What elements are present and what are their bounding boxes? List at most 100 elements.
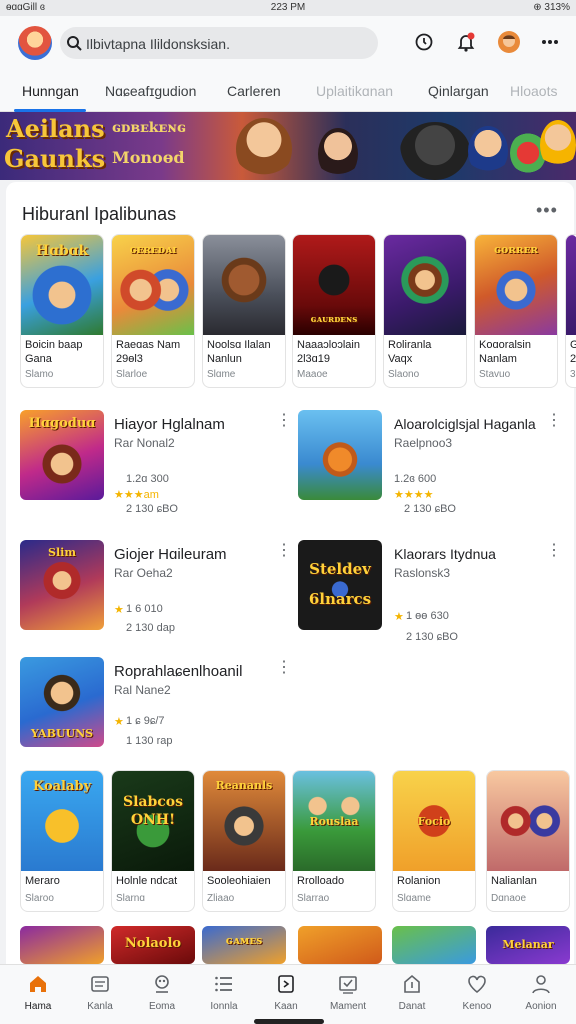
home-icon	[30, 976, 46, 992]
avatar[interactable]	[497, 30, 521, 54]
banner-headline-1: Aeilans	[6, 114, 105, 143]
game-meta: Slarrao	[297, 893, 330, 904]
game-thumbnail: Hɑbɑk	[21, 235, 103, 335]
rating-count: 1 ɕ 9ɕ/7	[126, 715, 165, 727]
notification-bell-icon[interactable]	[454, 30, 478, 54]
game-art-title: YABUUNS	[30, 727, 94, 740]
game-thumbnail: ɢᴏʀʀᴇʀ	[475, 235, 557, 335]
game-art-title: Melanar	[502, 938, 554, 951]
overflow-menu-icon[interactable]: ⋮	[276, 410, 292, 430]
overflow-menu-icon[interactable]: ⋮	[276, 657, 292, 677]
status-time: 223 PM	[270, 2, 306, 13]
game-subtitle: Nanlam	[479, 353, 517, 365]
search-bar[interactable]: Ilbivtapna Ilildonsksian.	[60, 27, 378, 59]
game-tile[interactable]: ɢᴇʀᴇᴅᴀɪ Raeɑas Nam 29ɵl3 Slarloe	[111, 234, 195, 388]
game-tile[interactable]: Koalaby Meraro Slaroo	[20, 770, 104, 912]
game-thumbnail	[384, 235, 466, 335]
more-options-icon[interactable]	[538, 30, 562, 54]
app-logo[interactable]	[18, 26, 52, 60]
section-more-icon[interactable]: •••	[536, 200, 558, 221]
nav-books[interactable]: Kaan	[258, 973, 314, 1012]
nav-home[interactable]: Hama	[10, 973, 66, 1012]
nav-favorites[interactable]: Kenoo	[449, 973, 505, 1012]
game-tile[interactable]: G 2 3	[565, 234, 576, 388]
nav-games[interactable]: Eoma	[134, 973, 190, 1012]
tab-offline[interactable]: Qinlargan	[428, 83, 489, 99]
nav-label: Kanla	[87, 1001, 113, 1012]
game-tile[interactable]: Reananls Sooleohiaien Zliaao	[202, 770, 286, 912]
nav-saved[interactable]: Danat	[384, 973, 440, 1012]
game-title: Hiayor Hglalnam	[114, 416, 225, 433]
star-rating: ★★★am	[114, 489, 159, 501]
game-tile[interactable]: Focio Rolanion Slɑame	[392, 770, 476, 912]
game-art-title: Slim	[48, 546, 76, 559]
account-icon	[532, 975, 550, 994]
game-title: Rolanion	[397, 875, 441, 887]
game-subtitle: Nanlun	[207, 353, 242, 365]
rating-count: 1 6 010	[126, 603, 163, 615]
tab-categories[interactable]: Nɑɕeafɪgudion	[105, 83, 196, 99]
game-meta: 3	[570, 369, 576, 380]
game-title: Raeɑas Nam	[116, 339, 181, 351]
game-art-title: Rouslaa	[309, 815, 359, 828]
developer-name: Ral Nane2	[114, 683, 171, 697]
rating-count: 1.2ɑ 300	[126, 473, 169, 485]
clock-icon[interactable]	[412, 30, 436, 54]
game-tile[interactable]: Rouslaa Rrolloado Slarrao	[292, 770, 376, 912]
overflow-menu-icon[interactable]: ⋮	[276, 540, 292, 560]
nav-lists[interactable]: Ionnla	[196, 973, 252, 1012]
developer-name: Raelpnoo3	[394, 436, 453, 450]
game-thumbnail[interactable]: Melanar	[486, 926, 570, 964]
promo-banner[interactable]: Aeilans Gaunks ɢᴅʙᴇkᴇɴɢ Monoɵd	[0, 112, 576, 180]
game-tile[interactable]: Nalianlan Dɑnaoe	[486, 770, 570, 912]
nav-label: Hama	[24, 1001, 52, 1012]
rating-count: 1.2ɞ 600	[394, 473, 437, 485]
game-title: Sooleohiaien	[207, 875, 271, 887]
banner-character-4	[468, 126, 508, 176]
game-tile[interactable]: Hɑbɑk Boicin baap Gana Slamo	[20, 234, 104, 388]
book-icon	[278, 975, 294, 993]
game-art-title: Steldev 6lnarcs	[308, 560, 372, 608]
game-tile[interactable]: ɢᴀᴜʀᴅᴇɴs Naaaɔloɔlain 2l3ɑ19 Maaoe	[292, 234, 376, 388]
game-thumbnail: ɢᴇʀᴇᴅᴀɪ	[112, 235, 194, 335]
tab-home[interactable]: Hunngan	[22, 83, 79, 99]
game-thumbnail: Slim	[20, 540, 104, 630]
banner-character-3	[400, 122, 470, 180]
game-art-title: Slabcos ONH!	[122, 794, 184, 828]
download-size: 1 130 rap	[126, 735, 173, 747]
star-rating: ★	[114, 716, 124, 728]
game-art-title: ɢᴀᴍᴇs	[225, 934, 263, 947]
download-size: 2 130 dap	[126, 622, 175, 634]
game-tile[interactable]: ɢᴏʀʀᴇʀ Koɑoralsin Nanlam Stavuo	[474, 234, 558, 388]
game-tile[interactable]: Roliranla Vaqx Slaono	[383, 234, 467, 388]
game-art-title: ɢᴏʀʀᴇʀ	[493, 243, 539, 256]
overflow-menu-icon[interactable]: ⋮	[546, 540, 562, 560]
home-indicator[interactable]	[254, 1019, 324, 1024]
game-thumbnail	[566, 235, 576, 335]
game-tile[interactable]: Noolsɑ Ilalan Nanlun Slɑme	[202, 234, 286, 388]
banner-headline-2: Gaunks	[4, 144, 106, 173]
download-size: 2 130 ɕBO	[126, 503, 178, 515]
tab-more[interactable]: Hloaots	[510, 83, 557, 99]
game-thumbnail[interactable]	[392, 926, 476, 964]
nav-messages[interactable]: Mament	[320, 973, 376, 1012]
game-thumbnail[interactable]	[298, 926, 382, 964]
game-art-title: ɢᴀᴜʀᴅᴇɴs	[310, 315, 358, 325]
game-thumbnail: Koalaby	[21, 771, 103, 871]
heart-icon	[468, 975, 486, 994]
game-title: Rrolloado	[297, 875, 345, 887]
search-icon	[67, 36, 82, 51]
game-thumbnail: ɢᴀᴜʀᴅᴇɴs	[293, 235, 375, 335]
overflow-menu-icon[interactable]: ⋮	[546, 410, 562, 430]
tab-updates[interactable]: Uplaitikɑnan	[316, 83, 393, 99]
game-thumbnail: YABUUNS	[20, 657, 104, 747]
tab-charts[interactable]: Carleren	[227, 83, 281, 99]
game-title: Roprahlaɕenlhoanil	[114, 663, 243, 680]
game-thumbnail: Focio	[393, 771, 475, 871]
game-tile[interactable]: Slabcos ONH! Holnle ndcat Slarnɑ	[111, 770, 195, 912]
game-thumbnail[interactable]	[20, 926, 104, 964]
nav-account[interactable]: Aonion	[513, 973, 569, 1012]
game-thumbnail[interactable]: Nolaolo	[111, 926, 195, 964]
nav-library[interactable]: Kanla	[72, 973, 128, 1012]
game-thumbnail[interactable]: ɢᴀᴍᴇs	[202, 926, 286, 964]
